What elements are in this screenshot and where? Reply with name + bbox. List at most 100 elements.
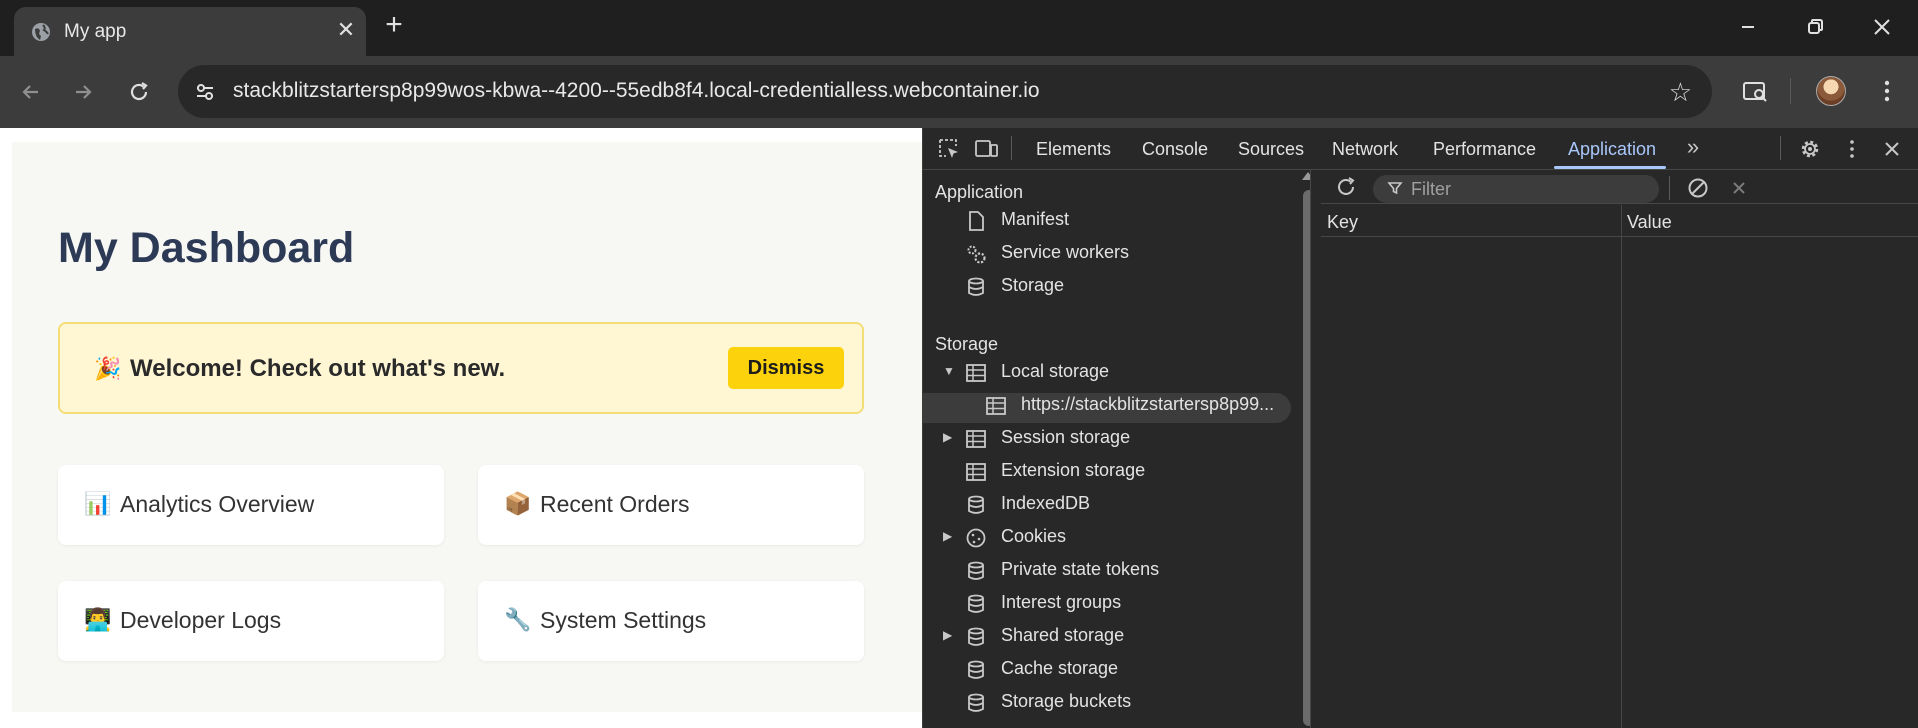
card-analytics-overview[interactable]: 📊 Analytics Overview bbox=[58, 465, 444, 545]
url-text[interactable]: stackblitzstartersp8p99wos-kbwa--4200--5… bbox=[233, 79, 1040, 103]
sidebar-item-storage-overview[interactable]: Storage bbox=[923, 274, 1303, 304]
database-icon bbox=[965, 560, 987, 582]
tab-application[interactable]: Application bbox=[1568, 139, 1656, 160]
card-system-settings[interactable]: 🔧 System Settings bbox=[478, 581, 864, 661]
card-recent-orders[interactable]: 📦 Recent Orders bbox=[478, 465, 864, 545]
tab-separator bbox=[1011, 136, 1012, 160]
browser-menu-icon[interactable] bbox=[1870, 74, 1904, 108]
tab-console[interactable]: Console bbox=[1142, 139, 1208, 160]
collapsed-arrow-icon[interactable]: ▶ bbox=[943, 430, 957, 444]
sidebar-item-manifest[interactable]: Manifest bbox=[923, 208, 1303, 238]
sidebar-item-service-workers[interactable]: Service workers bbox=[923, 241, 1303, 271]
browser-tab[interactable]: My app ✕ bbox=[14, 7, 366, 56]
sidebar-item-storage-buckets[interactable]: Storage buckets bbox=[923, 690, 1303, 720]
new-tab-button[interactable]: + bbox=[380, 10, 408, 40]
dismiss-button[interactable]: Dismiss bbox=[728, 347, 844, 389]
globe-icon bbox=[30, 21, 52, 43]
clear-all-icon[interactable] bbox=[1685, 175, 1711, 201]
settings-gear-icon[interactable] bbox=[1797, 136, 1823, 162]
table-icon bbox=[965, 428, 987, 450]
back-arrow-icon[interactable] bbox=[16, 77, 46, 107]
device-toolbar-icon[interactable] bbox=[973, 136, 999, 162]
storage-table-panel: Key Value bbox=[1321, 170, 1918, 728]
filter-funnel-icon bbox=[1387, 180, 1403, 196]
page-title: My Dashboard bbox=[58, 224, 355, 272]
column-header-value[interactable]: Value bbox=[1627, 212, 1672, 233]
cookie-icon bbox=[965, 527, 987, 549]
search-tab-icon[interactable] bbox=[1738, 74, 1772, 108]
tab-strip: My app ✕ + bbox=[0, 0, 1918, 56]
sidebar-item-session-storage[interactable]: ▶ Session storage bbox=[923, 426, 1303, 456]
tab-sources[interactable]: Sources bbox=[1238, 139, 1304, 160]
sidebar-item-local-storage[interactable]: ▼ Local storage bbox=[923, 360, 1303, 390]
browser-toolbar: stackblitzstartersp8p99wos-kbwa--4200--5… bbox=[0, 56, 1918, 128]
close-window-icon[interactable] bbox=[1867, 12, 1897, 42]
toolbar-divider bbox=[1669, 176, 1670, 200]
card-label: Developer Logs bbox=[120, 607, 282, 633]
column-divider[interactable] bbox=[1621, 205, 1622, 728]
restore-icon[interactable] bbox=[1800, 12, 1830, 42]
sidebar-item-shared-storage[interactable]: ▶ Shared storage bbox=[923, 624, 1303, 654]
filter-field[interactable] bbox=[1373, 175, 1659, 203]
close-devtools-icon[interactable] bbox=[1879, 136, 1905, 162]
reload-icon[interactable] bbox=[124, 77, 154, 107]
sidebar-scrollbar-thumb[interactable] bbox=[1303, 190, 1310, 726]
database-icon bbox=[965, 593, 987, 615]
sidebar-item-cache-storage[interactable]: Cache storage bbox=[923, 657, 1303, 687]
package-icon: 📦 bbox=[504, 491, 532, 516]
table-icon bbox=[965, 362, 987, 384]
wrench-icon: 🔧 bbox=[504, 607, 532, 632]
banner-message: Welcome! Check out what's new. bbox=[130, 355, 506, 382]
card-label: Analytics Overview bbox=[120, 491, 315, 517]
database-icon bbox=[965, 692, 987, 714]
inspect-element-icon[interactable] bbox=[936, 136, 962, 162]
tab-title: My app bbox=[64, 21, 127, 42]
collapsed-arrow-icon[interactable]: ▶ bbox=[943, 628, 957, 642]
card-label: System Settings bbox=[540, 607, 707, 633]
section-header-application: Application bbox=[935, 182, 1024, 202]
card-label: Recent Orders bbox=[540, 491, 690, 517]
table-icon bbox=[965, 461, 987, 483]
table-icon bbox=[985, 395, 1007, 417]
toolbar-divider bbox=[1790, 78, 1791, 104]
filter-input[interactable] bbox=[1411, 177, 1651, 201]
site-info-icon[interactable] bbox=[192, 79, 218, 105]
file-icon bbox=[965, 210, 987, 232]
profile-avatar[interactable] bbox=[1816, 76, 1846, 106]
tab-separator bbox=[1780, 136, 1781, 160]
tab-performance[interactable]: Performance bbox=[1433, 139, 1536, 160]
section-header-storage: Storage bbox=[935, 334, 999, 354]
bar-chart-icon: 📊 bbox=[84, 491, 112, 516]
card-developer-logs[interactable]: 👨‍💻 Developer Logs bbox=[58, 581, 444, 661]
address-bar[interactable]: stackblitzstartersp8p99wos-kbwa--4200--5… bbox=[178, 65, 1712, 118]
expanded-arrow-icon[interactable]: ▼ bbox=[943, 364, 957, 378]
column-header-key[interactable]: Key bbox=[1327, 212, 1358, 233]
delete-selected-icon[interactable] bbox=[1726, 175, 1752, 201]
devtools-tab-bar: Elements Console Sources Network Perform… bbox=[923, 128, 1918, 170]
tab-elements[interactable]: Elements bbox=[1036, 139, 1111, 160]
scroll-up-arrow-icon[interactable] bbox=[1302, 172, 1310, 180]
database-icon bbox=[965, 626, 987, 648]
storage-toolbar bbox=[1321, 170, 1918, 204]
party-popper-icon: 🎉 bbox=[94, 356, 122, 381]
bookmark-star-icon[interactable]: ☆ bbox=[1669, 77, 1692, 108]
more-tabs-chevron-icon[interactable]: » bbox=[1680, 136, 1706, 162]
collapsed-arrow-icon[interactable]: ▶ bbox=[943, 529, 957, 543]
gears-icon bbox=[965, 243, 987, 265]
tab-network[interactable]: Network bbox=[1332, 139, 1398, 160]
sidebar-item-private-state-tokens[interactable]: Private state tokens bbox=[923, 558, 1303, 588]
devtools-panel: Elements Console Sources Network Perform… bbox=[922, 128, 1918, 728]
active-tab-indicator bbox=[1554, 166, 1666, 169]
sidebar-item-interest-groups[interactable]: Interest groups bbox=[923, 591, 1303, 621]
sidebar-item-cookies[interactable]: ▶ Cookies bbox=[923, 525, 1303, 555]
minimize-icon[interactable] bbox=[1733, 12, 1763, 42]
sidebar-item-extension-storage[interactable]: Extension storage bbox=[923, 459, 1303, 489]
devtools-menu-icon[interactable] bbox=[1839, 136, 1865, 162]
close-tab-icon[interactable]: ✕ bbox=[334, 18, 358, 42]
refresh-icon[interactable] bbox=[1333, 174, 1359, 200]
forward-arrow-icon[interactable] bbox=[68, 77, 98, 107]
sidebar-item-indexeddb[interactable]: IndexedDB bbox=[923, 492, 1303, 522]
welcome-banner: 🎉 Welcome! Check out what's new. Dismiss bbox=[58, 322, 864, 414]
database-icon bbox=[965, 494, 987, 516]
sidebar-item-local-storage-origin[interactable]: https://stackblitzstartersp8p99... bbox=[923, 393, 1291, 423]
